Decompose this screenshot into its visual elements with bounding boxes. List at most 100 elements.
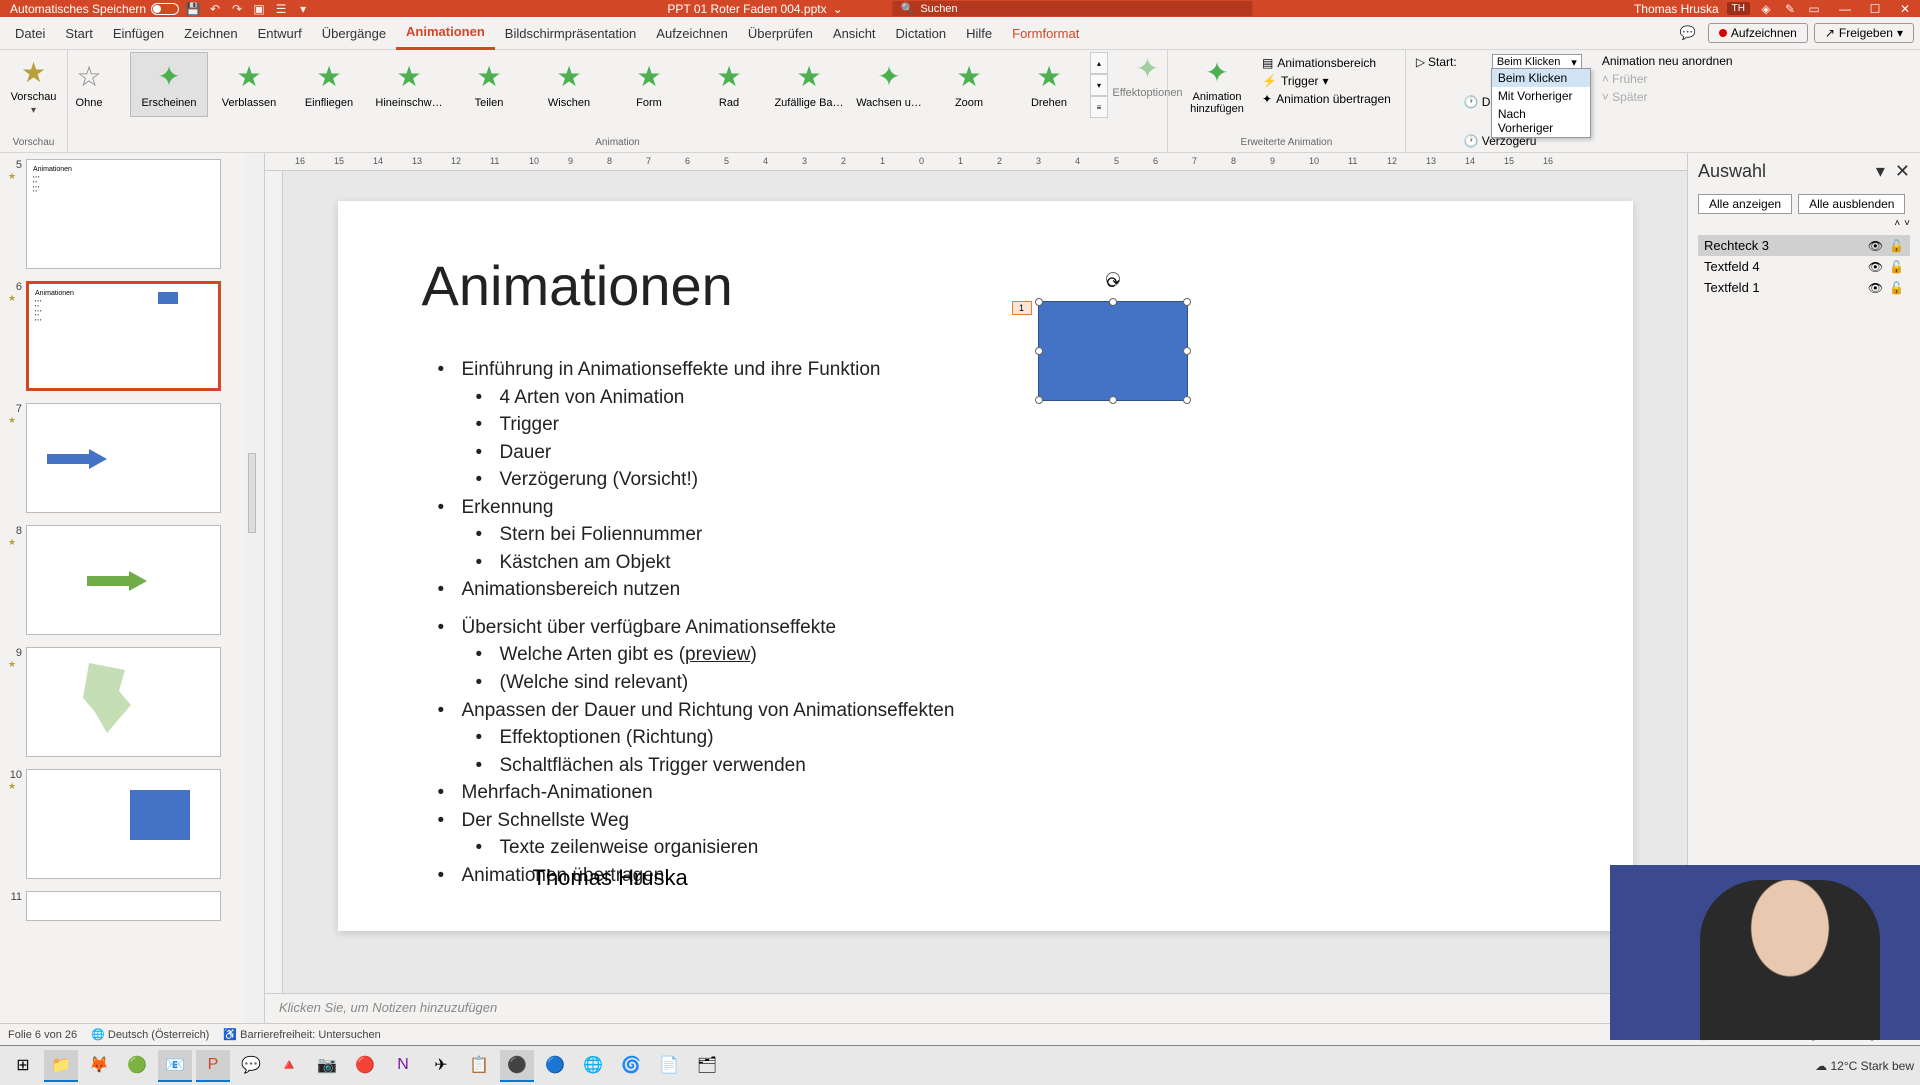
tab-insert[interactable]: Einfügen (103, 17, 174, 50)
slide-canvas[interactable]: Animationen Einführung in Animationseffe… (338, 201, 1633, 931)
language-status[interactable]: 🌐 Deutsch (Österreich) (91, 1028, 209, 1041)
tab-record[interactable]: Aufzeichnen (646, 17, 738, 50)
resize-handle-s[interactable] (1109, 396, 1117, 404)
resize-handle-se[interactable] (1183, 396, 1191, 404)
anim-flyin[interactable]: ★Einfliegen (290, 52, 368, 117)
thumb-11[interactable]: 11 (0, 885, 264, 927)
selection-item-2[interactable]: Textfeld 1👁🔓 (1698, 277, 1910, 298)
diamond-icon[interactable]: ◈ (1758, 2, 1774, 16)
app-icon[interactable]: 📷 (310, 1050, 344, 1082)
pane-menu-icon[interactable]: ▾ (1876, 161, 1885, 181)
chrome-icon[interactable]: 🟢 (120, 1050, 154, 1082)
dd-afterprev[interactable]: Nach Vorheriger (1492, 105, 1590, 137)
gallery-down[interactable]: ▾ (1090, 74, 1108, 96)
autosave-toggle[interactable]: Automatisches Speichern (10, 2, 179, 16)
rotation-handle[interactable]: ⟳ (1106, 272, 1120, 286)
slide-counter[interactable]: Folie 6 von 26 (8, 1029, 77, 1041)
anim-wipe[interactable]: ★Wischen (530, 52, 608, 117)
share-button[interactable]: ↗ Freigeben ▾ (1814, 23, 1914, 43)
qat-more-icon[interactable]: ▾ (295, 2, 311, 16)
animation-painter-button[interactable]: ✦Animation übertragen (1262, 92, 1391, 106)
app-icon[interactable]: 💬 (234, 1050, 268, 1082)
search-input[interactable]: 🔍 Suchen (893, 1, 1253, 16)
vlc-icon[interactable]: 🔺 (272, 1050, 306, 1082)
close-pane-icon[interactable]: ✕ (1895, 161, 1910, 181)
explorer-icon[interactable]: 📁 (44, 1050, 78, 1082)
eye-icon[interactable]: 👁 (1868, 260, 1883, 274)
thumb-9[interactable]: 9★ (0, 641, 264, 763)
anim-none[interactable]: ☆Ohne (50, 52, 128, 117)
app-icon[interactable]: 📋 (462, 1050, 496, 1082)
accessibility-status[interactable]: ♿ Barrierefreiheit: Untersuchen (223, 1028, 380, 1041)
anim-grow[interactable]: ✦Wachsen u… (850, 52, 928, 117)
tab-view[interactable]: Ansicht (823, 17, 886, 50)
thumbnails-scrollbar[interactable] (246, 153, 264, 1023)
thumb-10[interactable]: 10★ (0, 763, 264, 885)
user-avatar[interactable]: TH (1727, 2, 1750, 15)
anim-fade[interactable]: ★Verblassen (210, 52, 288, 117)
app-icon[interactable]: 🌐 (576, 1050, 610, 1082)
tab-design[interactable]: Entwurf (248, 17, 312, 50)
tab-review[interactable]: Überprüfen (738, 17, 823, 50)
telegram-icon[interactable]: ✈ (424, 1050, 458, 1082)
firefox-icon[interactable]: 🦊 (82, 1050, 116, 1082)
edge-icon[interactable]: 🌀 (614, 1050, 648, 1082)
present-icon[interactable]: ▣ (251, 2, 267, 16)
maximize-button[interactable]: ☐ (1860, 0, 1890, 17)
show-all-button[interactable]: Alle anzeigen (1698, 194, 1792, 214)
gallery-up[interactable]: ▴ (1090, 52, 1108, 74)
record-button[interactable]: Aufzeichnen (1708, 23, 1808, 43)
app-icon[interactable]: 🗂 (690, 1050, 724, 1082)
lock-icon[interactable]: 🔓 (1889, 239, 1904, 253)
tab-slideshow[interactable]: Bildschirmpräsentation (495, 17, 647, 50)
animation-order-tag[interactable]: 1 (1012, 301, 1032, 315)
slide-author[interactable]: Thomas Hruska (533, 865, 688, 891)
anim-split[interactable]: ★Teilen (450, 52, 528, 117)
lock-icon[interactable]: 🔓 (1889, 260, 1904, 274)
tab-draw[interactable]: Zeichnen (174, 17, 247, 50)
dd-onclick[interactable]: Beim Klicken (1492, 69, 1590, 87)
resize-handle-nw[interactable] (1035, 298, 1043, 306)
tab-transitions[interactable]: Übergänge (312, 17, 396, 50)
user-name[interactable]: Thomas Hruska (1634, 2, 1719, 16)
window-icon[interactable]: ▭ (1806, 2, 1822, 16)
selected-rectangle-shape[interactable]: ⟳ (1038, 301, 1188, 401)
weather-widget[interactable]: ☁ 12°C Stark bew (1815, 1059, 1914, 1073)
tab-file[interactable]: Datei (5, 17, 55, 50)
touch-icon[interactable]: ☰ (273, 2, 289, 16)
thumb-7[interactable]: 7★ (0, 397, 264, 519)
app-icon[interactable]: 🔵 (538, 1050, 572, 1082)
hide-all-button[interactable]: Alle ausblenden (1798, 194, 1905, 214)
notes-input[interactable]: Klicken Sie, um Notizen hinzuzufügen (265, 993, 1687, 1023)
resize-handle-n[interactable] (1109, 298, 1117, 306)
tab-animations[interactable]: Animationen (396, 17, 495, 50)
app-icon[interactable]: 📄 (652, 1050, 686, 1082)
app-icon[interactable]: 🔴 (348, 1050, 382, 1082)
resize-handle-w[interactable] (1035, 347, 1043, 355)
trigger-button[interactable]: ⚡Trigger▾ (1262, 74, 1391, 88)
anim-floatin[interactable]: ★Hineinschw… (370, 52, 448, 117)
add-animation-button[interactable]: ✦ Animation hinzufügen (1182, 56, 1252, 115)
onenote-icon[interactable]: N (386, 1050, 420, 1082)
tab-help[interactable]: Hilfe (956, 17, 1002, 50)
pen-icon[interactable]: ✎ (1782, 2, 1798, 16)
powerpoint-icon[interactable]: P (196, 1050, 230, 1082)
selection-item-1[interactable]: Textfeld 4👁🔓 (1698, 256, 1910, 277)
anim-appear[interactable]: ✦Erscheinen (130, 52, 208, 117)
eye-icon[interactable]: 👁 (1868, 281, 1883, 295)
start-button[interactable]: ⊞ (6, 1050, 40, 1082)
slide-canvas-wrap[interactable]: Animationen Einführung in Animationseffe… (283, 171, 1687, 993)
animation-pane-button[interactable]: ▤Animationsbereich (1262, 56, 1391, 70)
resize-handle-e[interactable] (1183, 347, 1191, 355)
close-button[interactable]: ✕ (1890, 0, 1920, 17)
slide-content[interactable]: Einführung in Animationseffekte und ihre… (438, 356, 955, 889)
thumb-5[interactable]: 5★ Animationen▪ ▪ ▪▪ ▪▪ ▪ ▪▪ ▪ (0, 153, 264, 275)
gallery-more[interactable]: ≡ (1090, 96, 1108, 118)
dd-withprev[interactable]: Mit Vorheriger (1492, 87, 1590, 105)
anim-zoom[interactable]: ★Zoom (930, 52, 1008, 117)
slide-title[interactable]: Animationen (422, 253, 733, 318)
anim-random[interactable]: ★Zufällige Ba… (770, 52, 848, 117)
thumb-6[interactable]: 6★ Animationen▪ ▪ ▪▪ ▪▪ ▪ ▪▪ ▪▪ ▪ ▪ (0, 275, 264, 397)
move-down-icon[interactable]: ˅ (1904, 218, 1910, 229)
comments-button[interactable]: 💬 (1668, 25, 1708, 41)
